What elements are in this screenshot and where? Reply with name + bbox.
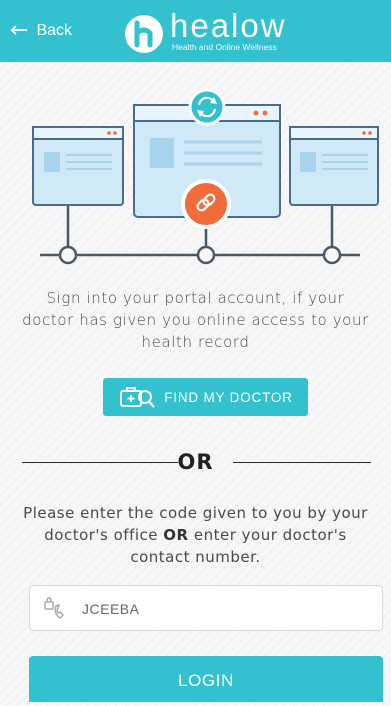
code-input[interactable] — [80, 586, 374, 632]
brand-tagline: Health and Online Wellness — [172, 42, 277, 52]
app-header: ← Back healow Health and Online Wellness — [0, 0, 391, 62]
refresh-icon — [188, 88, 226, 126]
code-instructions-emphasis: OR — [163, 526, 189, 544]
right-portal-screen — [289, 126, 379, 206]
code-field[interactable] — [29, 585, 383, 632]
healow-logo-icon — [125, 15, 163, 53]
left-portal-screen — [32, 126, 124, 206]
or-divider: OR — [0, 448, 391, 476]
brand-name: healow — [170, 7, 287, 44]
login-button[interactable]: LOGIN — [29, 656, 383, 702]
link-icon — [181, 179, 231, 229]
intro-text: Sign into your portal account, if your d… — [22, 289, 369, 351]
or-label: OR — [177, 450, 214, 474]
arrow-left-icon: ← — [10, 18, 29, 43]
connect-portals-illustration — [32, 88, 379, 265]
find-my-doctor-button[interactable]: FIND MY DOCTOR — [103, 378, 308, 416]
back-label: Back — [36, 22, 73, 39]
code-instructions: Please enter the code given to you by yo… — [20, 502, 371, 568]
back-button[interactable]: ← Back — [10, 18, 72, 44]
phone-lock-icon — [44, 597, 65, 619]
find-my-doctor-label: FIND MY DOCTOR — [164, 389, 293, 405]
doctor-bag-search-icon — [120, 387, 156, 408]
